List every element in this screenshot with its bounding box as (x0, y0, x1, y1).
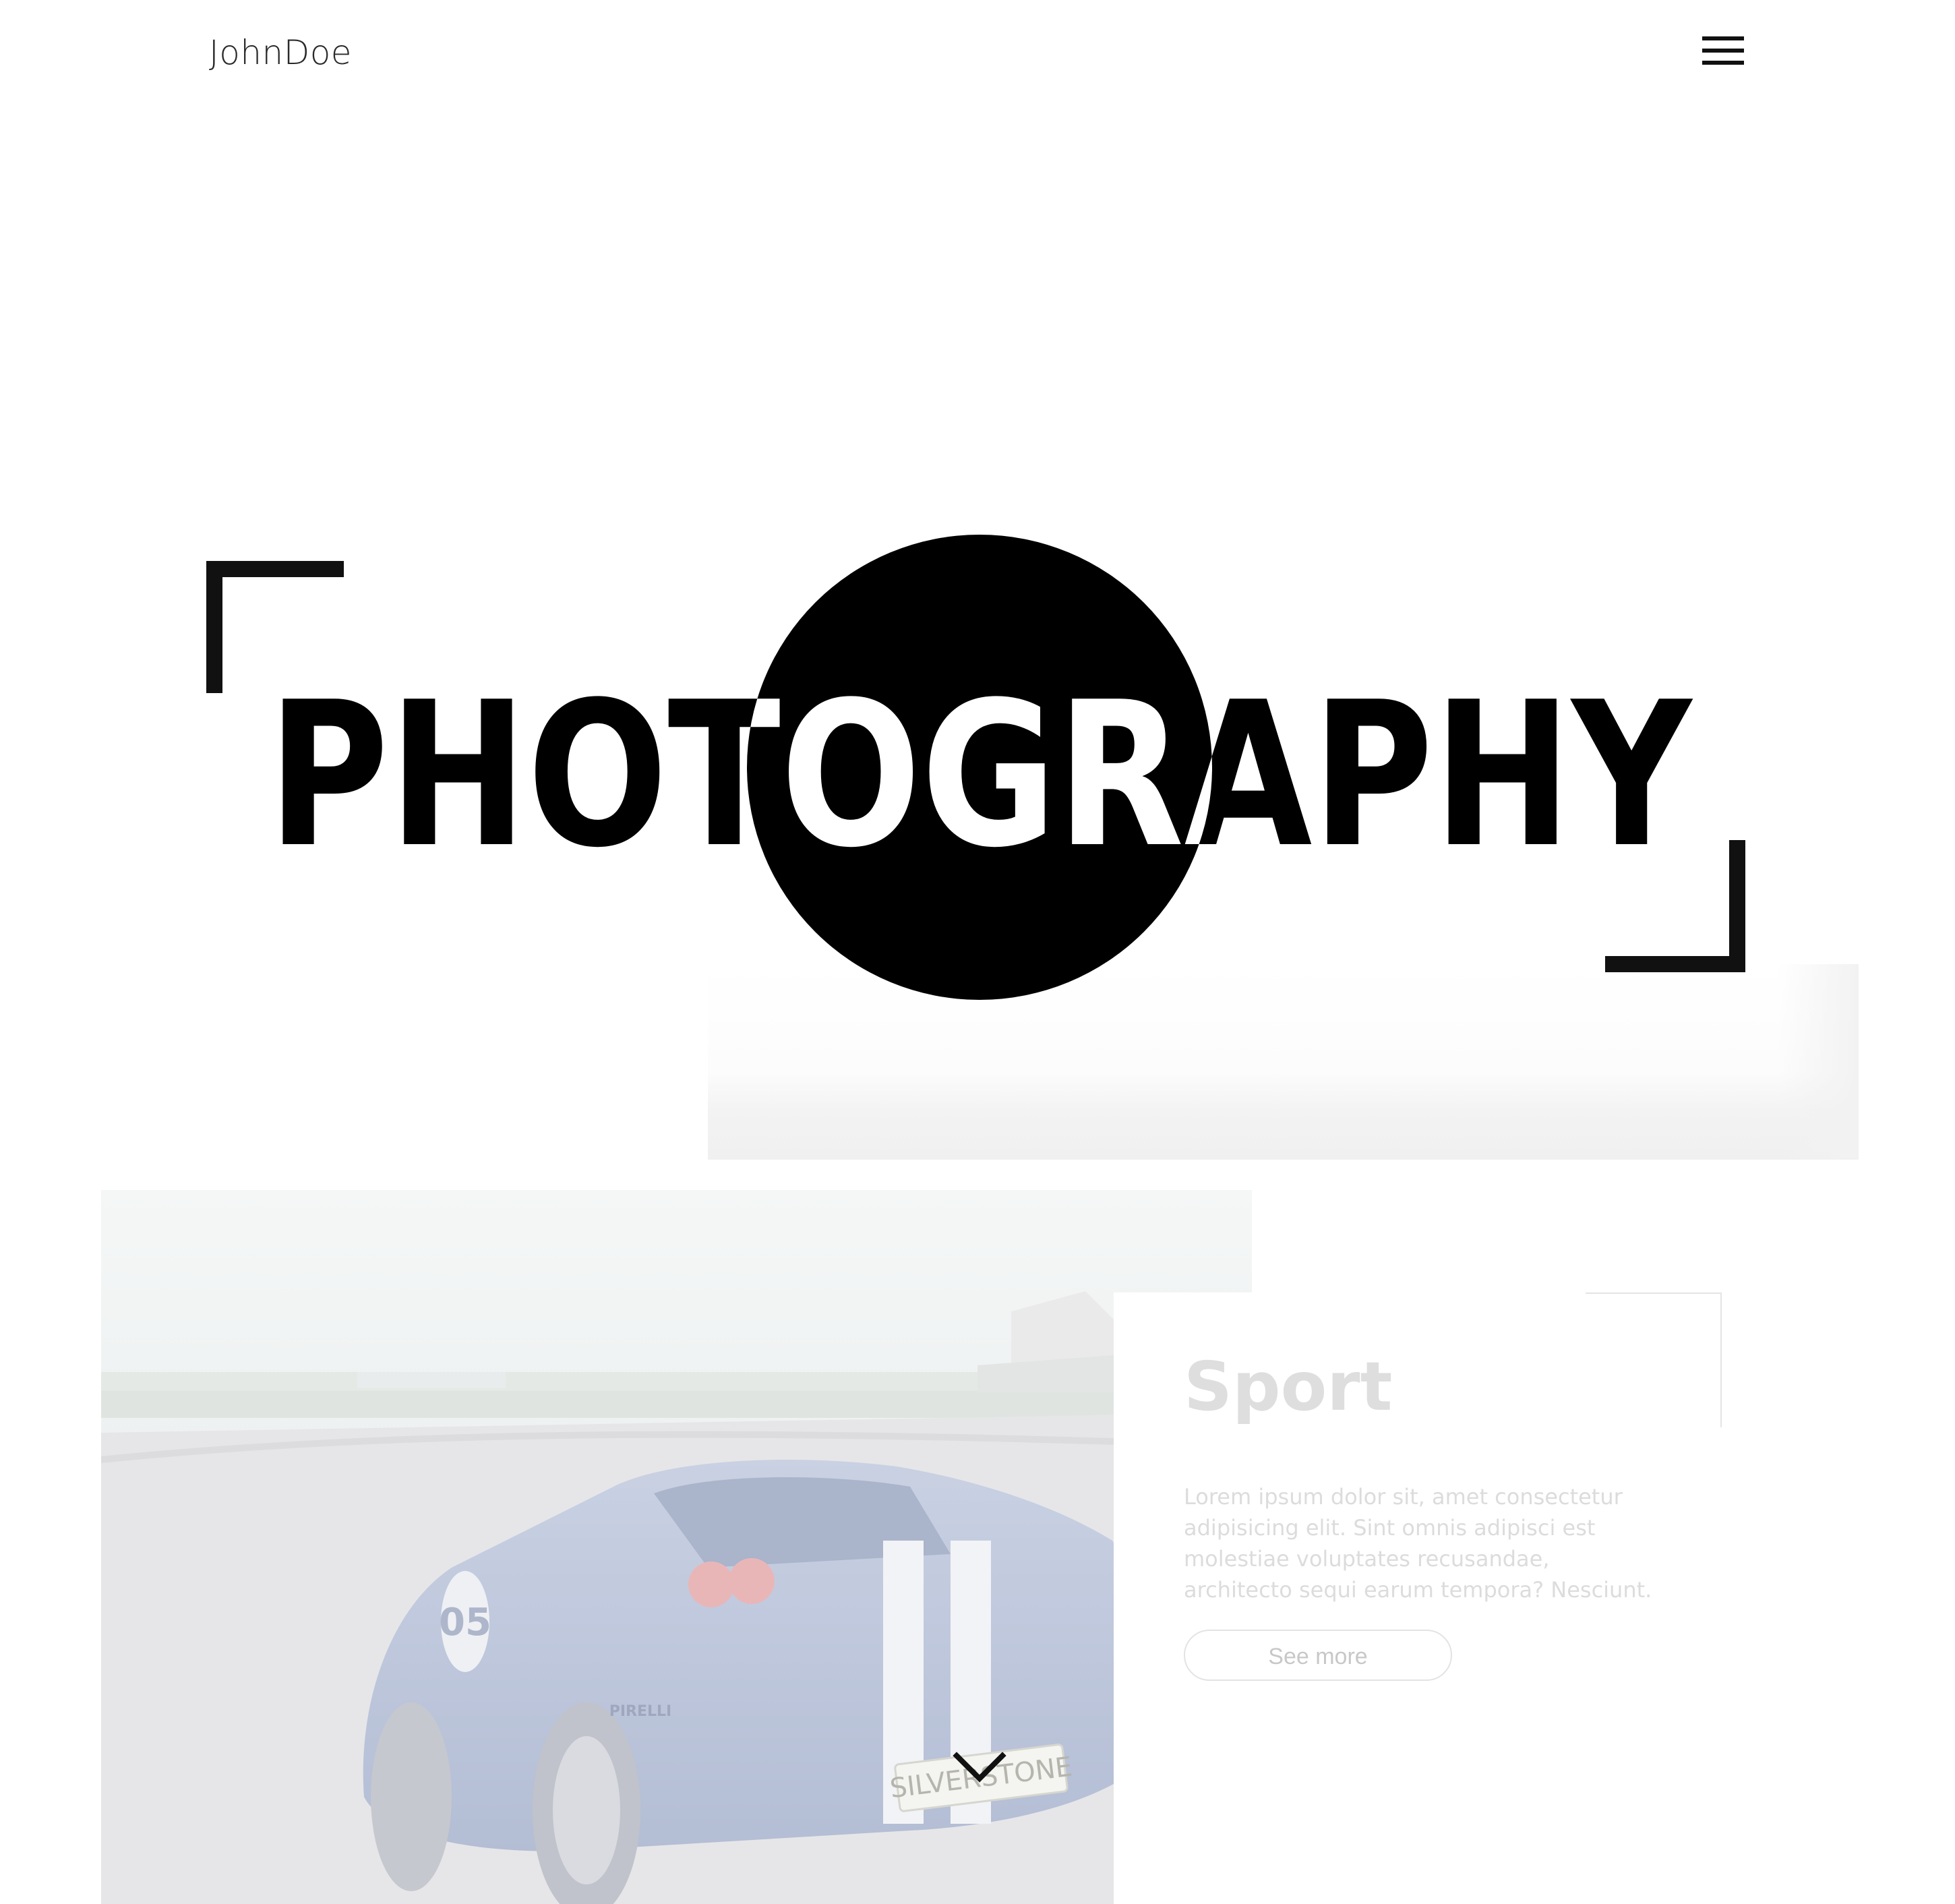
corner-bracket-top-left-icon (206, 561, 344, 693)
hero: PHOTOGRAPHY PHOTOGRAPHY (0, 0, 1955, 1052)
menu-bar (1702, 36, 1744, 40)
card-description: Lorem ipsum dolor sit, amet consectetur … (1184, 1484, 1652, 1603)
sport-photo: SILVERSTONE 05 PIRELLI (101, 1190, 1252, 1904)
card-title: Sport (1184, 1347, 1393, 1426)
background-photo-strip (708, 964, 1859, 1160)
card-border-right (1720, 1292, 1722, 1427)
race-number: 05 (439, 1601, 491, 1644)
corner-bracket-bottom-right-icon (1605, 840, 1745, 972)
brand-logo[interactable]: JohnDoe (209, 32, 352, 73)
sponsor-text: PIRELLI (609, 1703, 672, 1720)
hero-title: PHOTOGRAPHY (268, 659, 1693, 891)
see-more-button[interactable]: See more (1184, 1630, 1452, 1681)
hamburger-menu-icon[interactable] (1702, 34, 1747, 71)
menu-bar (1702, 49, 1744, 53)
featured-card: Sport Lorem ipsum dolor sit, amet consec… (1114, 1292, 1722, 1904)
menu-bar (1702, 61, 1744, 65)
card-border-top (1586, 1292, 1722, 1294)
chevron-down-icon[interactable] (953, 1749, 1006, 1787)
lens-circle-icon (747, 535, 1212, 1000)
hero-title-inverse: PHOTOGRAPHY (268, 659, 1693, 891)
